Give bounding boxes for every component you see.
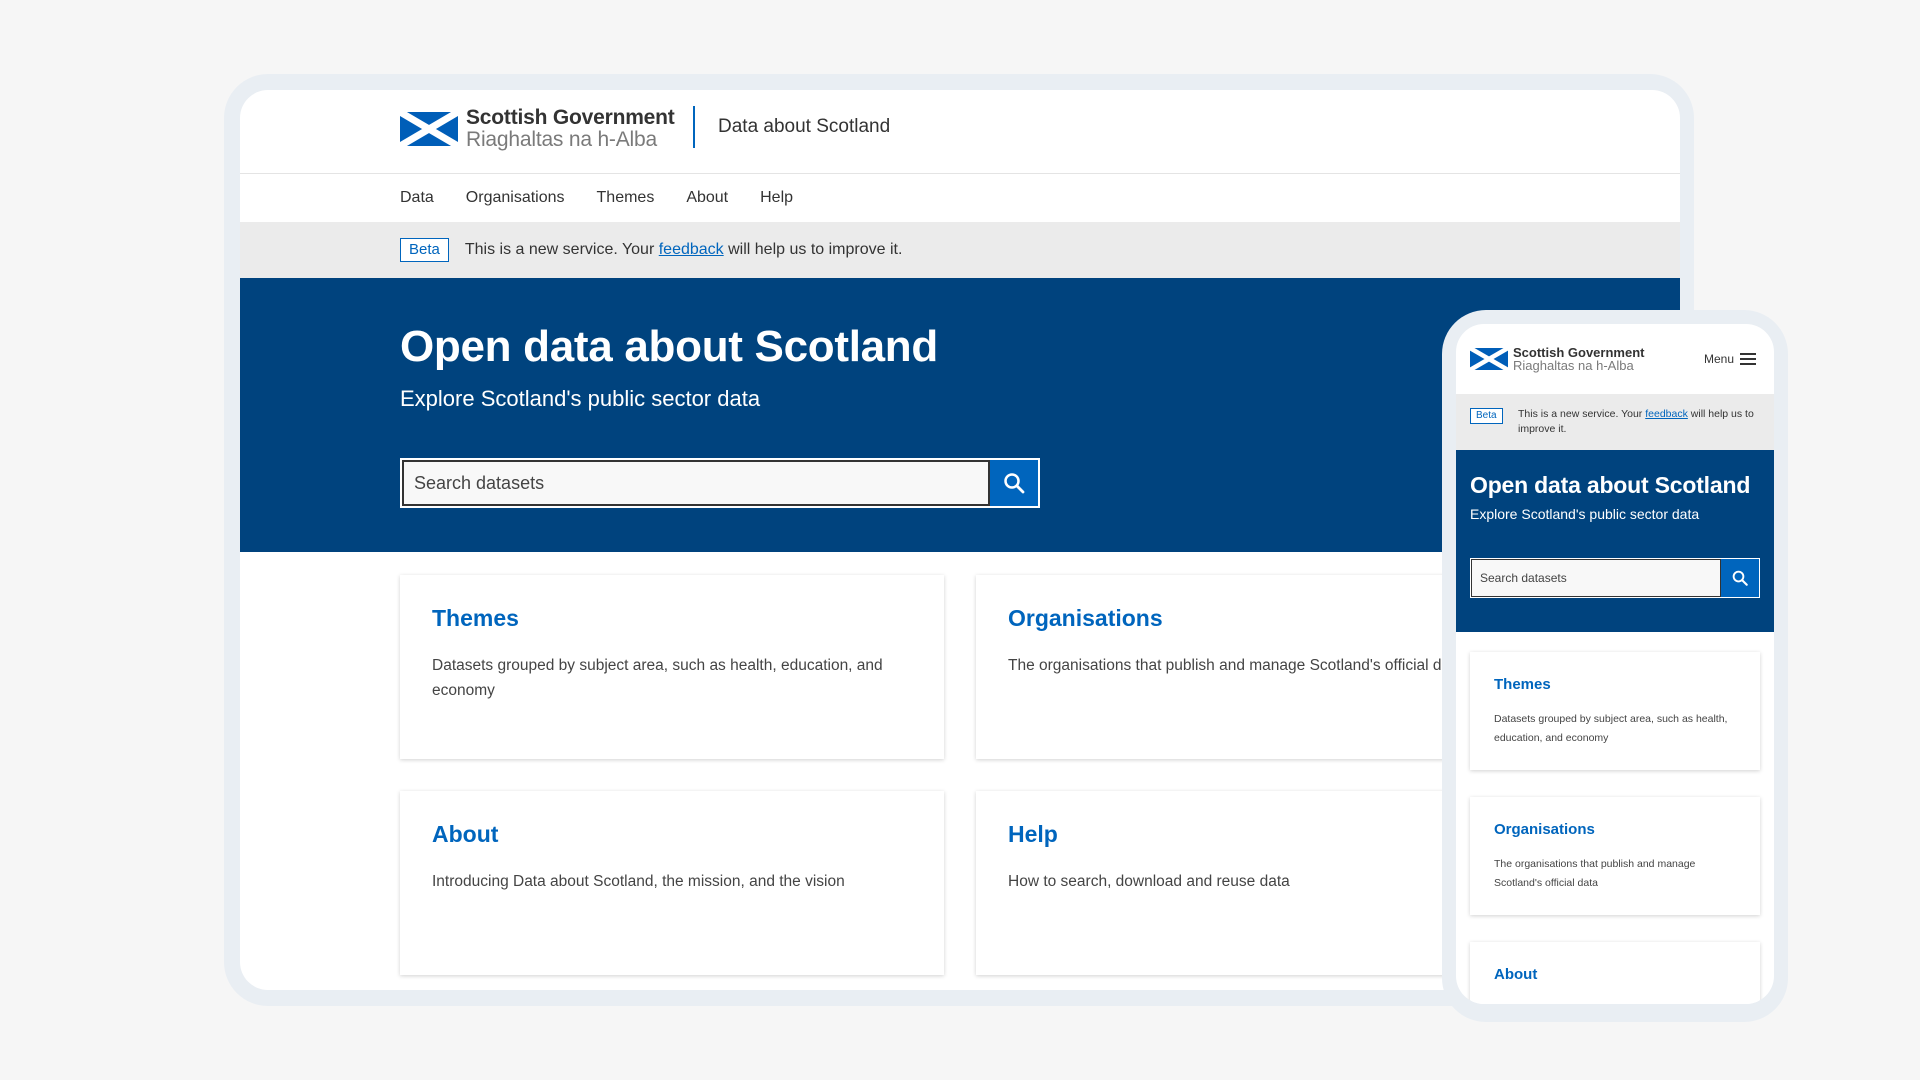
card-about[interactable]: About Introducing Data about Scotland, t… [400,791,944,975]
search-button[interactable] [990,460,1038,506]
card-organisations[interactable]: Organisations The organisations that pub… [976,575,1520,759]
logo-name-gd: Riaghaltas na h-Alba [466,128,657,151]
scottish-government-logo[interactable]: Scottish Government Riaghaltas na h-Alba [400,107,675,150]
card-about[interactable]: About Introducing Data about Scotland, t… [1470,942,1760,1004]
card-themes[interactable]: Themes Datasets grouped by subject area,… [400,575,944,759]
logo-text: Scottish Government Riaghaltas na h-Alba [466,107,675,150]
saltire-flag-icon [400,111,458,146]
card-description: Introducing Data about Scotland, the mis… [1494,1000,1734,1004]
card-help[interactable]: Help How to search, download and reuse d… [976,791,1520,975]
card-description: Datasets grouped by subject area, such a… [1494,713,1728,744]
beta-banner: Beta This is a new service. Your feedbac… [240,222,1680,278]
search-button[interactable] [1721,559,1759,597]
mobile-screen: Scottish Government Riaghaltas na h-Alba… [1456,324,1774,1004]
beta-tag: Beta [1470,408,1503,424]
site-header: Scottish Government Riaghaltas na h-Alba… [240,90,1680,174]
main-nav: Data Organisations Themes About Help [400,174,793,222]
logo-name-gd: Riaghaltas na h-Alba [1513,358,1634,373]
search-input[interactable] [1471,559,1721,597]
logo-text: Scottish Government Riaghaltas na h-Alba [1513,346,1644,372]
beta-message: This is a new service. Your feedback wil… [1518,407,1754,437]
nav-item-themes[interactable]: Themes [597,189,655,207]
card-title[interactable]: About [1494,966,1537,983]
hamburger-menu-icon [1740,353,1756,365]
card-organisations[interactable]: Organisations The organisations that pub… [1470,797,1760,915]
site-title[interactable]: Data about Scotland [718,116,890,138]
nav-item-data[interactable]: Data [400,189,434,207]
beta-text-before: This is a new service. Your [464,241,659,258]
beta-banner: Beta This is a new service. Your feedbac… [1456,394,1774,450]
search-icon [1004,473,1025,494]
nav-item-organisations[interactable]: Organisations [466,189,565,207]
card-title[interactable]: Themes [1494,676,1551,693]
card-description: Introducing Data about Scotland, the mis… [432,873,845,890]
card-description: Datasets grouped by subject area, such a… [432,657,883,699]
card-title[interactable]: Organisations [1008,605,1163,632]
hero-subtitle: Explore Scotland's public sector data [1470,506,1700,522]
menu-label: Menu [1703,352,1734,366]
card-title[interactable]: Help [1008,821,1058,848]
nav-item-about[interactable]: About [686,189,728,207]
nav-item-help[interactable]: Help [760,189,793,207]
mobile-menu-button[interactable]: Menu [1704,352,1756,366]
beta-text-before: This is a new service. Your [1518,408,1646,420]
card-description: The organisations that publish and manag… [1494,858,1696,889]
card-themes[interactable]: Themes Datasets grouped by subject area,… [1470,652,1760,770]
feedback-link[interactable]: feedback [659,241,724,258]
search-input[interactable] [402,460,990,506]
scottish-government-logo[interactable]: Scottish Government Riaghaltas na h-Alba [1470,346,1644,372]
search-bar [400,458,1040,508]
saltire-flag-icon [1470,348,1508,370]
feedback-link[interactable]: feedback [1645,408,1688,420]
search-icon [1732,570,1748,586]
hero-title: Open data about Scotland [400,322,938,371]
card-description: How to search, download and reuse data [1008,873,1290,890]
hero-subtitle: Explore Scotland's public sector data [400,386,761,411]
beta-text-after: will help us to improve it. [723,241,903,258]
card-title[interactable]: Organisations [1494,821,1595,838]
hero-title: Open data about Scotland [1470,472,1751,498]
beta-tag: Beta [400,238,449,262]
card-title[interactable]: About [432,821,498,848]
card-title[interactable]: Themes [432,605,519,632]
header-divider [693,106,695,148]
mobile-device-frame: Scottish Government Riaghaltas na h-Alba… [1442,310,1788,1022]
beta-message: This is a new service. Your feedback wil… [465,241,903,259]
hero-section: Open data about Scotland Explore Scotlan… [1456,450,1774,632]
logo-name-en: Scottish Government [466,106,675,129]
search-bar [1470,558,1760,598]
